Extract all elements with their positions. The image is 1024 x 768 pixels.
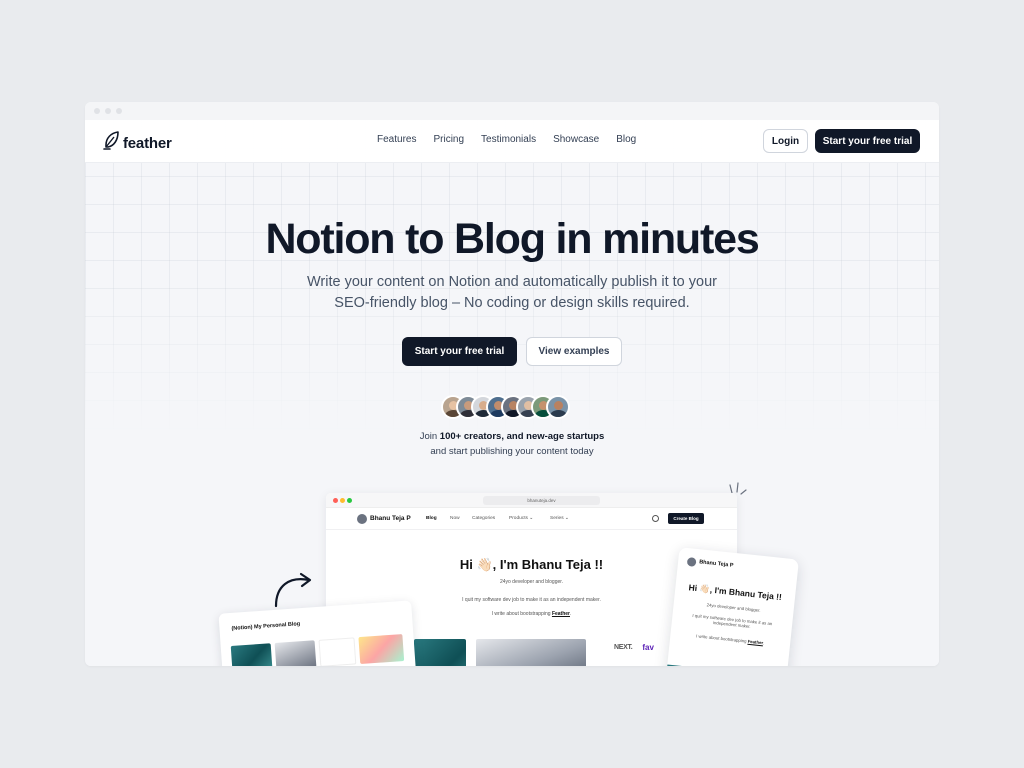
post-thumbnail: [414, 639, 466, 666]
window-dot-maximize[interactable]: [116, 108, 122, 114]
social-proof-text: Join 100+ creators, and new-age startups…: [419, 431, 605, 457]
preview-url-bar: bhanuteja.dev: [483, 496, 600, 505]
hero-subtitle-line1: Write your content on Notion and automat…: [307, 274, 717, 290]
feather-icon: [103, 131, 120, 156]
nav-link-pricing[interactable]: Pricing: [433, 134, 464, 145]
browser-chrome: [85, 102, 939, 120]
curved-arrow-icon: [274, 572, 312, 608]
hero-subtitle: Write your content on Notion and automat…: [285, 272, 739, 314]
brand-name: feather: [123, 135, 172, 152]
mobile-preview-card: Bhanu Teja P Hi 👋🏻, I'm Bhanu Teja !! 24…: [665, 547, 799, 666]
nav-link-testimonials[interactable]: Testimonials: [481, 134, 536, 145]
hero-free-trial-button[interactable]: Start your free trial: [402, 337, 517, 366]
landing-page: feather Features Pricing Testimonials Sh…: [85, 120, 939, 666]
nav-link-blog[interactable]: Blog: [616, 134, 636, 145]
avatar: [686, 557, 697, 567]
partner-logos: NEXT. fav: [614, 643, 654, 652]
post-thumbnail: [476, 639, 586, 666]
view-examples-button[interactable]: View examples: [526, 337, 622, 366]
top-navbar: feather Features Pricing Testimonials Sh…: [85, 120, 939, 163]
creator-avatars: [441, 395, 583, 419]
preview-navbar: Bhanu Teja P Blog Now Categories Product…: [326, 508, 737, 530]
hero-title: Notion to Blog in minutes: [265, 215, 759, 263]
nav-menu: Features Pricing Testimonials Showcase B…: [377, 134, 636, 145]
nav-link-showcase[interactable]: Showcase: [553, 134, 599, 145]
avatar: [357, 514, 367, 524]
login-button[interactable]: Login: [763, 129, 808, 153]
search-icon: [652, 515, 659, 522]
browser-window: feather Features Pricing Testimonials Sh…: [85, 102, 939, 666]
window-dot-minimize[interactable]: [105, 108, 111, 114]
nav-free-trial-button[interactable]: Start your free trial: [815, 129, 920, 153]
brand-logo[interactable]: feather: [103, 131, 172, 156]
window-dot-close[interactable]: [94, 108, 100, 114]
hero-subtitle-line2: SEO-friendly blog – No coding or design …: [334, 295, 690, 311]
avatar: [546, 395, 570, 419]
nav-link-features[interactable]: Features: [377, 134, 416, 145]
